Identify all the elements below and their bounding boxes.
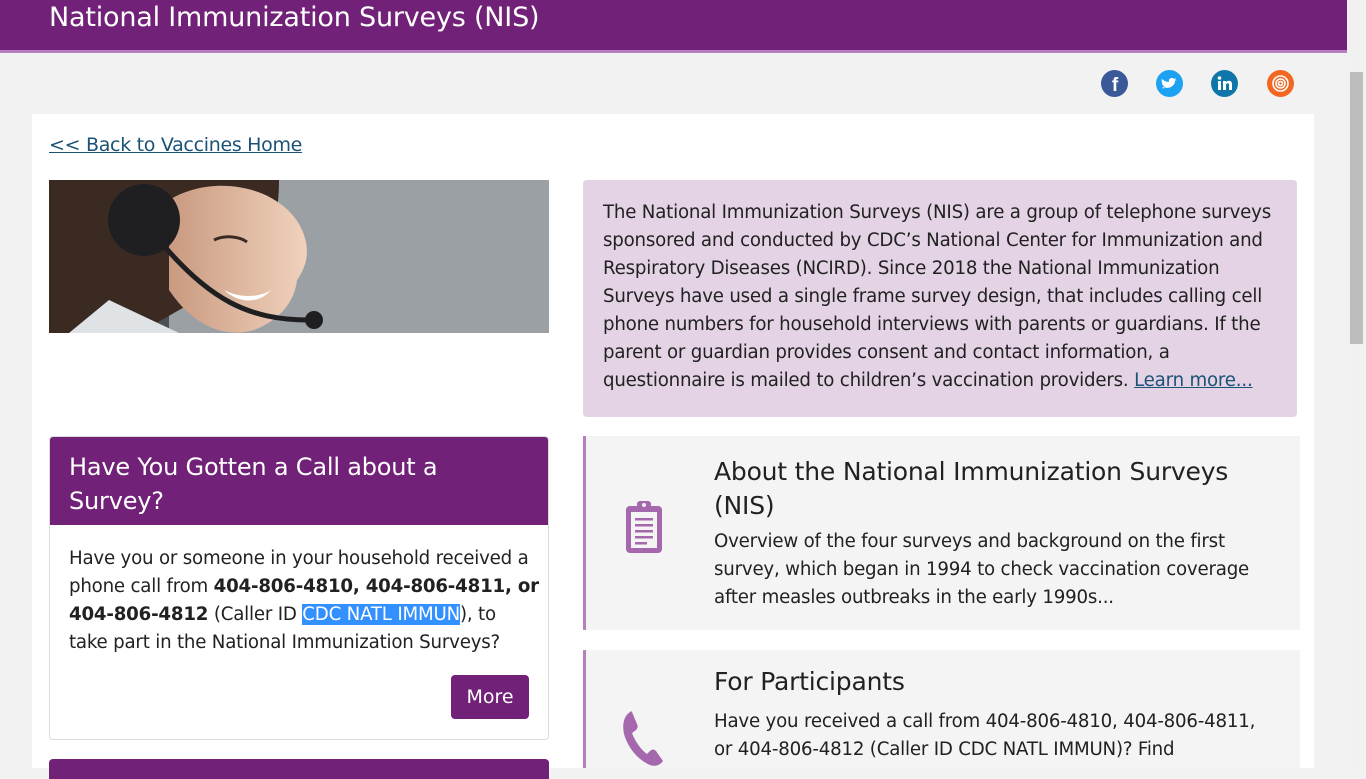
back-to-vaccines-home-link[interactable]: << Back to Vaccines Home — [49, 134, 302, 156]
twitter-icon — [1156, 70, 1183, 97]
feature-about-nis-title[interactable]: About the National Immunization Surveys … — [714, 455, 1274, 523]
facebook-icon: f — [1101, 70, 1128, 97]
scrollbar-thumb[interactable] — [1350, 72, 1363, 344]
more-button[interactable]: More — [451, 675, 529, 719]
call-survey-card-title: Have You Gotten a Call about a Survey? — [69, 453, 438, 515]
page-scrollbar[interactable] — [1347, 0, 1366, 768]
caller-id-selected-text: CDC NATL IMMUN — [302, 604, 460, 625]
feature-about-nis-text: Overview of the four surveys and backgro… — [714, 531, 1250, 608]
next-card-header — [49, 759, 549, 779]
svg-text:f: f — [1112, 75, 1119, 96]
page-title: National Immunization Surveys (NIS) — [49, 2, 540, 33]
twitter-share-link[interactable] — [1156, 70, 1183, 97]
feature-for-participants-title[interactable]: For Participants — [714, 665, 1274, 699]
hero-image-call-center-agent — [49, 180, 549, 333]
nis-intro-text: The National Immunization Surveys (NIS) … — [603, 202, 1271, 391]
clipboard-icon — [623, 500, 665, 560]
learn-more-link[interactable]: Learn more... — [1134, 370, 1253, 391]
syndicate-icon — [1267, 70, 1294, 97]
call-survey-card-text: Have you or someone in your household re… — [69, 548, 539, 653]
linkedin-share-link[interactable] — [1211, 70, 1238, 97]
feature-for-participants[interactable]: For Participants Have you received a cal… — [583, 650, 1300, 768]
linkedin-icon — [1211, 70, 1238, 97]
page-header: National Immunization Surveys (NIS) — [0, 0, 1347, 53]
call-survey-card: Have You Gotten a Call about a Survey? H… — [49, 436, 549, 740]
nis-intro-box: The National Immunization Surveys (NIS) … — [583, 180, 1297, 417]
syndicate-share-link[interactable] — [1267, 70, 1294, 97]
phone-icon — [620, 708, 666, 768]
call-survey-card-header: Have You Gotten a Call about a Survey? — [50, 437, 548, 525]
facebook-share-link[interactable]: f — [1101, 70, 1128, 97]
main-content: << Back to Vaccines Home The National Im… — [32, 114, 1314, 779]
feature-for-participants-text: Have you received a call from 404-806-48… — [714, 711, 1256, 768]
feature-about-nis[interactable]: About the National Immunization Surveys … — [583, 436, 1300, 630]
